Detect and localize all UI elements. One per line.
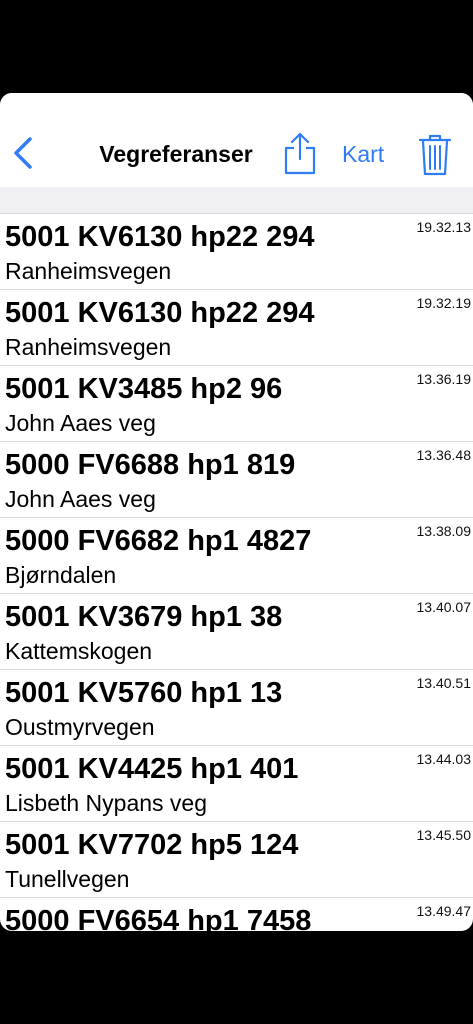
road-reference: 5001 KV3679 hp1 38	[5, 601, 283, 633]
timestamp: 13.44.03	[416, 751, 472, 767]
timestamp: 19.32.19	[416, 295, 472, 311]
list-item[interactable]: 5000 FV6682 hp1 4827 Bjørndalen 13.38.09	[0, 518, 473, 594]
timestamp: 13.40.51	[416, 675, 472, 691]
list-item[interactable]: 5000 FV6654 hp1 7458 13.49.47	[0, 898, 473, 931]
road-reference: 5001 KV4425 hp1 401	[5, 753, 299, 785]
list-item[interactable]: 5001 KV5760 hp1 13 Oustmyrvegen 13.40.51	[0, 670, 473, 746]
map-button[interactable]: Kart	[342, 141, 384, 168]
road-reference-list: 5001 KV6130 hp22 294 Ranheimsvegen 19.32…	[0, 214, 473, 931]
street-name: John Aaes veg	[5, 410, 156, 436]
list-item[interactable]: 5001 KV6130 hp22 294 Ranheimsvegen 19.32…	[0, 290, 473, 366]
modal-sheet: Vegreferanser Kart 5001 KV6130 hp22 294	[0, 93, 473, 931]
page-title: Vegreferanser	[99, 141, 253, 167]
share-icon	[284, 132, 316, 175]
list-item[interactable]: 5001 KV4425 hp1 401 Lisbeth Nypans veg 1…	[0, 746, 473, 822]
road-reference: 5000 FV6654 hp1 7458	[5, 905, 312, 931]
chevron-left-icon	[14, 137, 32, 169]
list-item[interactable]: 5001 KV7702 hp5 124 Tunellvegen 13.45.50	[0, 822, 473, 898]
street-name: Oustmyrvegen	[5, 714, 155, 740]
road-reference: 5000 FV6688 hp1 819	[5, 449, 296, 481]
timestamp: 13.36.48	[416, 447, 472, 463]
street-name: Kattemskogen	[5, 638, 153, 664]
timestamp: 13.49.47	[416, 903, 472, 919]
street-name: Ranheimsvegen	[5, 334, 172, 360]
road-reference: 5001 KV6130 hp22 294	[5, 297, 315, 329]
street-name: Tunellvegen	[5, 866, 130, 892]
road-reference: 5001 KV7702 hp5 124	[5, 829, 299, 861]
list-item[interactable]: 5000 FV6688 hp1 819 John Aaes veg 13.36.…	[0, 442, 473, 518]
timestamp: 13.40.07	[416, 599, 472, 615]
delete-button[interactable]	[418, 133, 452, 177]
list-item[interactable]: 5001 KV6130 hp22 294 Ranheimsvegen 19.32…	[0, 214, 473, 290]
road-reference: 5000 FV6682 hp1 4827	[5, 525, 312, 557]
road-reference: 5001 KV5760 hp1 13	[5, 677, 283, 709]
road-reference: 5001 KV3485 hp2 96	[5, 373, 283, 405]
section-header	[0, 187, 473, 214]
street-name: Lisbeth Nypans veg	[5, 790, 208, 816]
trash-icon	[418, 134, 452, 176]
timestamp: 13.38.09	[416, 523, 472, 539]
timestamp: 13.45.50	[416, 827, 472, 843]
street-name: Bjørndalen	[5, 562, 117, 588]
street-name: Ranheimsvegen	[5, 258, 172, 284]
timestamp: 19.32.13	[416, 219, 472, 235]
share-button[interactable]	[282, 131, 318, 177]
list-item[interactable]: 5001 KV3679 hp1 38 Kattemskogen 13.40.07	[0, 594, 473, 670]
list-item[interactable]: 5001 KV3485 hp2 96 John Aaes veg 13.36.1…	[0, 366, 473, 442]
road-reference: 5001 KV6130 hp22 294	[5, 221, 315, 253]
street-name: John Aaes veg	[5, 486, 156, 512]
timestamp: 13.36.19	[416, 371, 472, 387]
navigation-bar: Vegreferanser Kart	[0, 93, 473, 187]
back-button[interactable]	[8, 133, 38, 173]
